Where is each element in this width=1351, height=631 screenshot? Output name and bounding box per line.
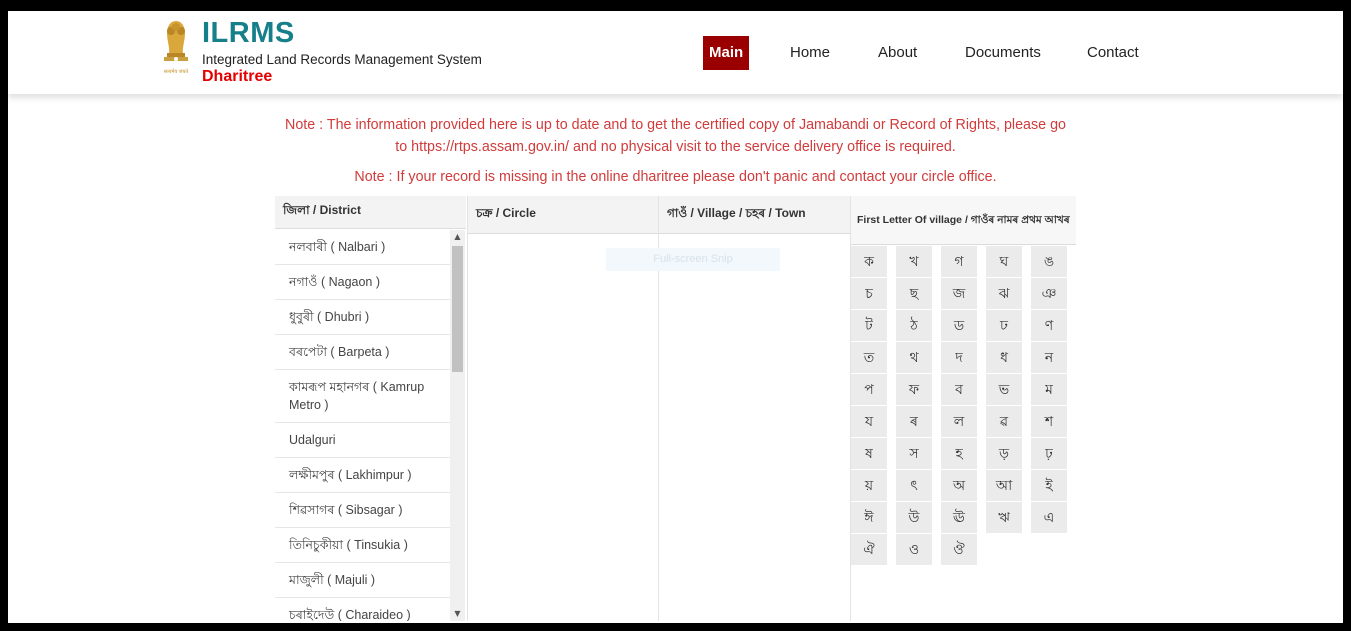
- nav-about[interactable]: About: [878, 36, 917, 70]
- letter-button[interactable]: স: [896, 438, 932, 469]
- district-item[interactable]: শিৱসাগৰ ( Sibsagar ): [275, 493, 450, 528]
- nav-contact[interactable]: Contact: [1087, 36, 1139, 70]
- letter-button[interactable]: উ: [896, 502, 932, 533]
- letter-button[interactable]: ল: [941, 406, 977, 437]
- district-scrollbar[interactable]: ▲ ▼: [450, 230, 465, 621]
- letter-button[interactable]: ধ: [986, 342, 1022, 373]
- letter-button[interactable]: ৰ: [896, 406, 932, 437]
- letter-button[interactable]: ছ: [896, 278, 932, 309]
- letter-button[interactable]: ড: [941, 310, 977, 341]
- letter-button[interactable]: ঐ: [851, 534, 887, 565]
- letter-button[interactable]: ঢ়: [1031, 438, 1067, 469]
- letter-button[interactable]: ত: [851, 342, 887, 373]
- note-line-1: Note : The information provided here is …: [285, 117, 1066, 133]
- letter-button[interactable]: ষ: [851, 438, 887, 469]
- scroll-thumb[interactable]: [452, 246, 463, 372]
- letter-button[interactable]: ঔ: [941, 534, 977, 565]
- browser-viewport: सत्यमेव जयते ILRMS Integrated Land Recor…: [8, 11, 1343, 623]
- scroll-down-icon[interactable]: ▼: [450, 607, 465, 621]
- circle-header: চক্ৰ / Circle: [468, 196, 659, 234]
- district-list: নলবাৰী ( Nalbari ) নগাওঁ ( Nagaon ) ধুবুৰী…: [275, 230, 450, 621]
- letter-button[interactable]: ঠ: [896, 310, 932, 341]
- letter-button[interactable]: ন: [1031, 342, 1067, 373]
- nav-documents[interactable]: Documents: [965, 36, 1041, 70]
- letter-button[interactable]: য়: [851, 470, 887, 501]
- letter-button[interactable]: ঘ: [986, 246, 1022, 277]
- letter-button[interactable]: শ: [1031, 406, 1067, 437]
- district-item[interactable]: মাজুলী ( Majuli ): [275, 563, 450, 598]
- district-item[interactable]: নগাওঁ ( Nagaon ): [275, 265, 450, 300]
- letter-button[interactable]: ও: [896, 534, 932, 565]
- letter-button[interactable]: ঈ: [851, 502, 887, 533]
- letter-button[interactable]: আ: [986, 470, 1022, 501]
- letter-button[interactable]: ঢ: [986, 310, 1022, 341]
- letter-button[interactable]: ই: [1031, 470, 1067, 501]
- letter-button[interactable]: চ: [851, 278, 887, 309]
- letter-button[interactable]: ঝ: [986, 278, 1022, 309]
- letter-button[interactable]: ঋ: [986, 502, 1022, 533]
- district-item[interactable]: বৰপেটা ( Barpeta ): [275, 335, 450, 370]
- letter-button[interactable]: গ: [941, 246, 977, 277]
- main-nav: Main Home About Documents Contact: [8, 36, 1343, 70]
- letter-button[interactable]: এ: [1031, 502, 1067, 533]
- district-header: জিলা / District: [275, 196, 466, 229]
- letter-button[interactable]: ভ: [986, 374, 1022, 405]
- note-missing-record: Note : If your record is missing in the …: [354, 169, 997, 185]
- letter-button[interactable]: ঞ: [1031, 278, 1067, 309]
- letter-button[interactable]: ট: [851, 310, 887, 341]
- district-item[interactable]: তিনিচুকীয়া ( Tinsukia ): [275, 528, 450, 563]
- letter-button[interactable]: জ: [941, 278, 977, 309]
- district-panel: জিলা / District নলবাৰী ( Nalbari ) নগাওঁ …: [275, 196, 466, 621]
- site-header: सत्यमेव जयते ILRMS Integrated Land Recor…: [8, 11, 1343, 94]
- letter-button[interactable]: ঙ: [1031, 246, 1067, 277]
- nav-main[interactable]: Main: [703, 36, 750, 70]
- letter-button[interactable]: ৎ: [896, 470, 932, 501]
- letter-button[interactable]: ড়: [986, 438, 1022, 469]
- nav-home[interactable]: Home: [790, 36, 830, 70]
- letter-button[interactable]: খ: [896, 246, 932, 277]
- note-certified-copy: Note : The information provided here is …: [8, 114, 1343, 158]
- district-item[interactable]: চৰাইদেউ ( Charaideo ): [275, 598, 450, 621]
- letter-button[interactable]: দ: [941, 342, 977, 373]
- letter-button[interactable]: অ: [941, 470, 977, 501]
- district-item[interactable]: নলবাৰী ( Nalbari ): [275, 230, 450, 265]
- letter-button[interactable]: ক: [851, 246, 887, 277]
- district-item[interactable]: কামৰূপ মহানগৰ ( Kamrup Metro ): [275, 370, 450, 423]
- district-item[interactable]: ধুবুৰী ( Dhubri ): [275, 300, 450, 335]
- letter-button[interactable]: ব: [941, 374, 977, 405]
- district-item[interactable]: লক্ষীমপুৰ ( Lakhimpur ): [275, 458, 450, 493]
- letter-button[interactable]: হ: [941, 438, 977, 469]
- letter-button[interactable]: ফ: [896, 374, 932, 405]
- site-name: Dharitree: [202, 68, 273, 85]
- letter-button[interactable]: ৱ: [986, 406, 1022, 437]
- letter-button[interactable]: থ: [896, 342, 932, 373]
- scroll-up-icon[interactable]: ▲: [450, 230, 465, 244]
- letter-button[interactable]: ণ: [1031, 310, 1067, 341]
- district-item[interactable]: Udalguri: [275, 423, 450, 458]
- snip-overlay: Full-screen Snip: [606, 248, 780, 271]
- letter-button[interactable]: ঊ: [941, 502, 977, 533]
- village-header: গাওঁ / Village / চহৰ / Town: [659, 196, 851, 234]
- note-line-2: to https://rtps.assam.gov.in/ and no phy…: [395, 139, 956, 155]
- letter-header: First Letter Of village / গাওঁৰ নামৰ প্ৰ…: [851, 196, 1076, 245]
- letter-button[interactable]: ম: [1031, 374, 1067, 405]
- letter-button[interactable]: প: [851, 374, 887, 405]
- letter-button[interactable]: য: [851, 406, 887, 437]
